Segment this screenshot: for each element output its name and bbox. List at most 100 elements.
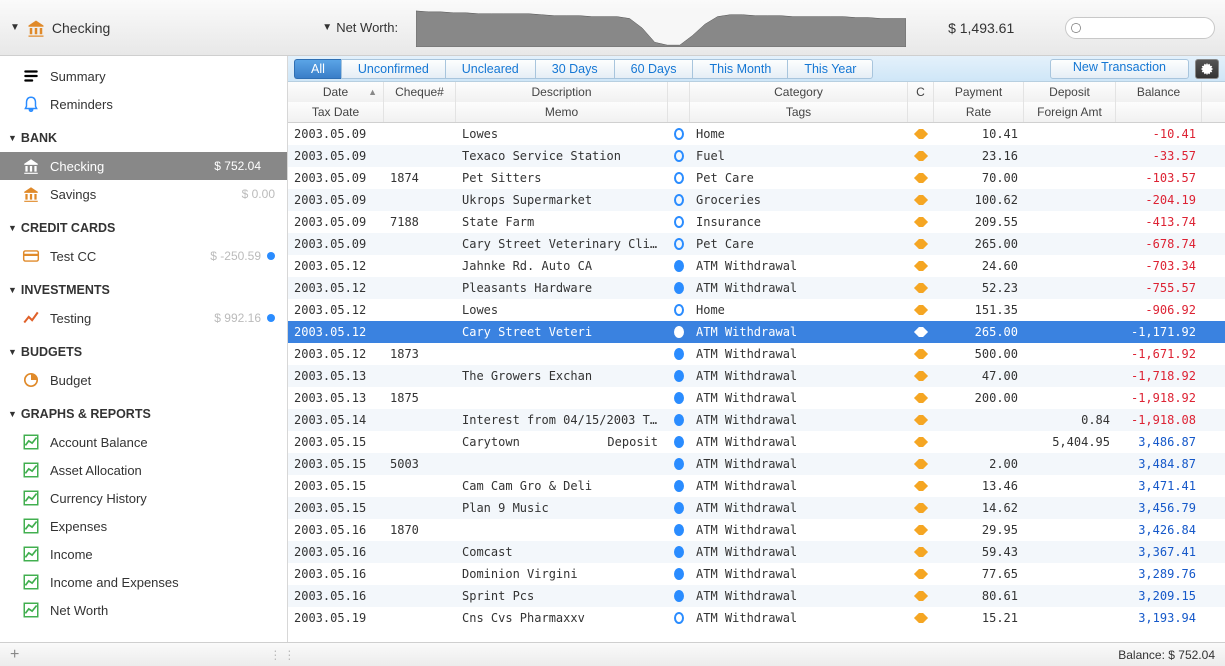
sidebar-item-checking[interactable]: Checking $ 752.04	[0, 152, 287, 180]
table-row[interactable]: 2003.05.09 Lowes Home 10.41 -10.41	[288, 123, 1225, 145]
filter-tab-unconfirmed[interactable]: Unconfirmed	[341, 59, 445, 79]
table-row[interactable]: 2003.05.16 Comcast ATM Withdrawal 59.43 …	[288, 541, 1225, 563]
card-icon	[20, 247, 42, 265]
table-row[interactable]: 2003.05.13 1875 ATM Withdrawal 200.00 -1…	[288, 387, 1225, 409]
transaction-list[interactable]: 2003.05.09 Lowes Home 10.41 -10.41 2003.…	[288, 123, 1225, 642]
status-circle-icon	[674, 458, 684, 470]
table-row[interactable]: 2003.05.16 Sprint Pcs ATM Withdrawal 80.…	[288, 585, 1225, 607]
col-indicator[interactable]	[668, 82, 690, 102]
col-date[interactable]: Date▲	[288, 82, 384, 102]
sidebar-item-test-cc[interactable]: Test CC $ -250.59	[0, 242, 287, 270]
table-row[interactable]: 2003.05.12 1873 ATM Withdrawal 500.00 -1…	[288, 343, 1225, 365]
cell-cleared	[908, 173, 934, 183]
filter-tab-this-month[interactable]: This Month	[692, 59, 787, 79]
col-deposit[interactable]: Deposit	[1024, 82, 1116, 102]
table-row[interactable]: 2003.05.14 Interest from 04/15/2003 Thr …	[288, 409, 1225, 431]
table-row[interactable]: 2003.05.12 Pleasants Hardware ATM Withdr…	[288, 277, 1225, 299]
sidebar-item-income-and-expenses[interactable]: Income and Expenses	[0, 568, 287, 596]
sidebar-grip-icon[interactable]: ⋮⋮	[269, 648, 297, 662]
col-tags[interactable]: Tags	[690, 102, 908, 122]
table-row[interactable]: 2003.05.09 Cary Street Veterinary Clinic…	[288, 233, 1225, 255]
cell-deposit: 0.84	[1024, 413, 1116, 427]
col-cleared[interactable]: C	[908, 82, 934, 102]
sidebar-group-budgets[interactable]: ▼BUDGETS	[0, 338, 287, 366]
col-rate[interactable]: Rate	[934, 102, 1024, 122]
account-selector[interactable]: ▼ Checking	[10, 18, 110, 38]
sidebar-item-income[interactable]: Income	[0, 540, 287, 568]
sidebar-item-testing[interactable]: Testing $ 992.16	[0, 304, 287, 332]
col-memo[interactable]: Memo	[456, 102, 668, 122]
filter-tab-all[interactable]: All	[294, 59, 341, 79]
sidebar-item-net-worth[interactable]: Net Worth	[0, 596, 287, 624]
cell-cleared	[908, 415, 934, 425]
sidebar-item-expenses[interactable]: Expenses	[0, 512, 287, 540]
cell-status	[668, 172, 690, 184]
cell-category: ATM Withdrawal	[690, 589, 908, 603]
table-row[interactable]: 2003.05.09 Ukrops Supermarket Groceries …	[288, 189, 1225, 211]
table-row[interactable]: 2003.05.12 Cary Street Veteri ATM Withdr…	[288, 321, 1225, 343]
filter-tab-60-days[interactable]: 60 Days	[614, 59, 693, 79]
table-row[interactable]: 2003.05.15 5003 ATM Withdrawal 2.00 3,48…	[288, 453, 1225, 475]
col-balance[interactable]: Balance	[1116, 82, 1202, 102]
cell-status	[668, 128, 690, 140]
cell-category: Fuel	[690, 149, 908, 163]
cell-category: Home	[690, 303, 908, 317]
sidebar-item-savings[interactable]: Savings $ 0.00	[0, 180, 287, 208]
table-row[interactable]: 2003.05.09 1874 Pet Sitters Pet Care 70.…	[288, 167, 1225, 189]
add-button[interactable]: +	[10, 646, 19, 664]
sidebar-group-credit-cards[interactable]: ▼CREDIT CARDS	[0, 214, 287, 242]
cell-balance: 3,484.87	[1116, 457, 1202, 471]
table-row[interactable]: 2003.05.12 Lowes Home 151.35 -906.92	[288, 299, 1225, 321]
gear-button[interactable]	[1195, 59, 1219, 79]
table-row[interactable]: 2003.05.16 Dominion Virgini ATM Withdraw…	[288, 563, 1225, 585]
table-row[interactable]: 2003.05.09 7188 State Farm Insurance 209…	[288, 211, 1225, 233]
sidebar-group-investments[interactable]: ▼INVESTMENTS	[0, 276, 287, 304]
cell-description: Plan 9 Music	[456, 501, 668, 515]
sidebar-group-graphs-reports[interactable]: ▼GRAPHS & REPORTS	[0, 400, 287, 428]
cell-balance: -10.41	[1116, 127, 1202, 141]
cell-balance: -703.34	[1116, 259, 1202, 273]
filter-tab-this-year[interactable]: This Year	[787, 59, 873, 79]
table-row[interactable]: 2003.05.15 CarytownDeposit ATM Withdrawa…	[288, 431, 1225, 453]
sidebar-item-reminders[interactable]: Reminders	[0, 90, 287, 118]
col-payment[interactable]: Payment	[934, 82, 1024, 102]
col-taxdate[interactable]: Tax Date	[288, 102, 384, 122]
sidebar-item-summary[interactable]: Summary	[0, 62, 287, 90]
col-category[interactable]: Category	[690, 82, 908, 102]
cell-status	[668, 414, 690, 426]
sidebar-item-currency-history[interactable]: Currency History	[0, 484, 287, 512]
col-cheque[interactable]: Cheque#	[384, 82, 456, 102]
table-row[interactable]: 2003.05.12 Jahnke Rd. Auto CA ATM Withdr…	[288, 255, 1225, 277]
status-circle-icon	[674, 568, 684, 580]
cell-category: ATM Withdrawal	[690, 391, 908, 405]
table-row[interactable]: 2003.05.13 The Growers Exchan ATM Withdr…	[288, 365, 1225, 387]
status-circle-icon	[674, 172, 684, 184]
search-input[interactable]	[1065, 17, 1215, 39]
disclosure-triangle-icon: ▼	[8, 347, 17, 357]
table-row[interactable]: 2003.05.15 Cam Cam Gro & Deli ATM Withdr…	[288, 475, 1225, 497]
table-row[interactable]: 2003.05.09 Texaco Service Station Fuel 2…	[288, 145, 1225, 167]
new-transaction-button[interactable]: New Transaction	[1050, 59, 1189, 79]
cell-payment: 24.60	[934, 259, 1024, 273]
cell-category: ATM Withdrawal	[690, 479, 908, 493]
cell-description: Interest from 04/15/2003 Thr	[456, 413, 668, 427]
sidebar-item-budget[interactable]: Budget	[0, 366, 287, 394]
sidebar-item-account-balance[interactable]: Account Balance	[0, 428, 287, 456]
invest-icon	[20, 309, 42, 327]
table-row[interactable]: 2003.05.16 1870 ATM Withdrawal 29.95 3,4…	[288, 519, 1225, 541]
cell-cleared	[908, 459, 934, 469]
cell-category: ATM Withdrawal	[690, 369, 908, 383]
cleared-diamond-icon	[914, 371, 928, 381]
cell-balance: -33.57	[1116, 149, 1202, 163]
cell-status	[668, 502, 690, 514]
chart-icon	[20, 461, 42, 479]
col-description[interactable]: Description	[456, 82, 668, 102]
table-row[interactable]: 2003.05.19 Cns Cvs Pharmaxxv ATM Withdra…	[288, 607, 1225, 629]
filter-tab-30-days[interactable]: 30 Days	[535, 59, 614, 79]
col-foreign[interactable]: Foreign Amt	[1024, 102, 1116, 122]
cell-payment: 70.00	[934, 171, 1024, 185]
filter-tab-uncleared[interactable]: Uncleared	[445, 59, 535, 79]
sidebar-group-bank[interactable]: ▼BANK	[0, 124, 287, 152]
sidebar-item-asset-allocation[interactable]: Asset Allocation	[0, 456, 287, 484]
table-row[interactable]: 2003.05.15 Plan 9 Music ATM Withdrawal 1…	[288, 497, 1225, 519]
